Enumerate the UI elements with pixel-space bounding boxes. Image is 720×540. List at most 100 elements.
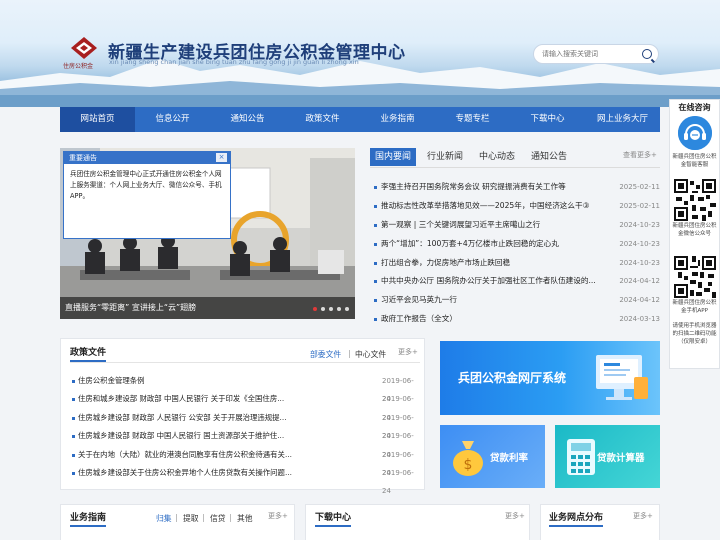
loan-calculator-banner[interactable]: 贷款计算器 <box>555 425 660 488</box>
headset-icon <box>678 116 712 150</box>
money-bag-icon: $ <box>453 441 483 476</box>
tab-center-news[interactable]: 中心动态 <box>479 150 515 164</box>
bullet-icon <box>374 186 377 189</box>
loan-calculator-label: 贷款计算器 <box>597 453 645 464</box>
floating-service-panel: 在线咨询 新疆兵团住房公积金智能客服 新疆兵团住房公积金微信公众号 新疆兵团住房… <box>669 99 720 369</box>
guide-more-link[interactable]: 更多+ <box>268 511 288 521</box>
list-item[interactable]: 住房城乡建设部 财政部 中国人民银行 国土资源部关于维护住... 2019-06-… <box>70 427 420 459</box>
news-list: 李强主持召开国务院常务会议 研究提振消费有关工作等 2025-02-11 推动标志… <box>372 178 660 329</box>
bullet-icon <box>374 223 377 227</box>
tab-industry-news[interactable]: 行业新闻 <box>427 150 463 164</box>
tab-divider: | <box>348 349 351 358</box>
list-item[interactable]: 李强主持召开国务院常务会议 研究提振消费有关工作等 2025-02-11 <box>372 178 660 197</box>
search-box <box>533 44 659 64</box>
policy-title: 政策文件 <box>70 348 107 358</box>
search-icon[interactable] <box>642 49 652 59</box>
wechat-qr-code <box>674 179 716 221</box>
list-item[interactable]: 两个“增加”：100万套+4万亿楼市止跌回稳的定心丸 2024-10-23 <box>372 235 660 254</box>
tab-center-docs[interactable]: 中心文件 <box>355 349 386 360</box>
tab-divider: | <box>202 513 205 522</box>
outlets-title-underline <box>549 525 603 527</box>
tab-divider: | <box>175 513 178 522</box>
list-item[interactable]: 习近平会见马英九一行 2024-04-12 <box>372 291 660 310</box>
list-item[interactable]: 推动标志性改革举措落地见效——2025年，中国经济这么干③ 2025-02-11 <box>372 197 660 216</box>
tab-withdrawal[interactable]: 提取 <box>183 513 199 524</box>
logo-icon[interactable] <box>70 36 98 60</box>
close-icon[interactable]: × <box>216 153 227 162</box>
bullet-icon <box>374 280 377 284</box>
list-item[interactable]: 打出组合拳，力促房地产市场止跌回稳 2024-10-23 <box>372 254 660 273</box>
scan-hint: 请使用手机浏览器的扫描二维码功能（仅限安卓） <box>672 323 717 345</box>
tab-divider: | <box>229 513 232 522</box>
loan-rate-banner[interactable]: $ 贷款利率 <box>440 425 545 488</box>
tab-credit[interactable]: 信贷 <box>210 513 226 524</box>
nav-guide[interactable]: 业务指南 <box>360 107 435 132</box>
guide-title: 业务指南 <box>70 513 107 523</box>
download-title-underline <box>315 525 351 527</box>
tab-collection[interactable]: 归集 <box>156 513 172 524</box>
header-banner: 住房公积金 新疆生产建设兵团住房公积金管理中心 xin jiang sheng … <box>0 0 720 107</box>
logo-text: 住房公积金 <box>63 63 94 70</box>
online-hall-label: 兵团公积金网厅系统 <box>458 371 567 385</box>
outlets-title: 业务网点分布 <box>549 513 604 523</box>
popup-header: 重要通告 × <box>64 152 230 164</box>
nav-notices[interactable]: 通知公告 <box>210 107 285 132</box>
news-more-link[interactable]: 查看更多+ <box>623 150 657 160</box>
app-caption: 新疆兵团住房公积金手机APP <box>672 300 717 314</box>
carousel-dot[interactable] <box>313 307 317 311</box>
list-item[interactable]: 政府工作报告（全文） 2024-03-13 <box>372 310 660 329</box>
list-item[interactable]: 住房公积金管理条例 2019-06-24 <box>70 372 420 403</box>
carousel-dot[interactable] <box>321 307 325 311</box>
bullet-icon <box>374 204 377 208</box>
list-item[interactable]: 关于在内地（大陆）就业的港澳台同胞享有住房公积金待遇有关... 2019-06-2… <box>70 446 420 477</box>
list-item[interactable]: 住房城乡建设部 财政部 人民银行 公安部 关于开展治理违规提... 2019-06… <box>70 409 420 440</box>
bullet-icon <box>374 299 377 303</box>
bullet-icon <box>72 453 75 457</box>
tab-notices[interactable]: 通知公告 <box>531 150 567 164</box>
bullet-icon <box>374 261 377 265</box>
tab-ministry-docs[interactable]: 部委文件 <box>310 349 341 360</box>
policy-list: 住房公积金管理条例 2019-06-24 住房和城乡建设部 财政部 中国人民银行 … <box>70 372 420 495</box>
outlets-more-link[interactable]: 更多+ <box>633 511 653 521</box>
online-consult-title[interactable]: 在线咨询 <box>670 100 719 115</box>
popup-title: 重要通告 <box>69 154 97 162</box>
carousel-dot[interactable] <box>329 307 333 311</box>
list-item[interactable]: 住房和城乡建设部 财政部 中国人民银行 关于印发《全国住房... 2019-06-… <box>70 390 420 422</box>
monitor-icon <box>596 355 648 400</box>
carousel-dot[interactable] <box>345 307 349 311</box>
carousel-dots <box>313 307 349 311</box>
notice-popup: 重要通告 × 兵团住房公积金管理中心正式开通住房公积金个人网上服务渠道：个人网上… <box>63 151 231 239</box>
main-nav: 网站首页 信息公开 通知公告 政策文件 业务指南 专题专栏 下载中心 网上业务大… <box>60 107 660 132</box>
popup-body[interactable]: 兵团住房公积金管理中心正式开通住房公积金个人网上服务渠道：个人网上业务大厅、微信… <box>64 164 230 207</box>
list-item[interactable]: 第一观察 | 三个关键词展望习近平主席噶山之行 2024-10-23 <box>372 216 660 235</box>
nav-download[interactable]: 下载中心 <box>510 107 585 132</box>
carousel-dot[interactable] <box>337 307 341 311</box>
list-item[interactable]: 中共中央办公厅 国务院办公厅关于加强社区工作者队伍建设的... 2024-04-1… <box>372 272 660 291</box>
nav-home[interactable]: 网站首页 <box>60 107 135 132</box>
nav-policy[interactable]: 政策文件 <box>285 107 360 132</box>
carousel-caption[interactable]: 直播服务“零距离” 宣讲接上“云”翅膀 <box>60 297 355 319</box>
download-more-link[interactable]: 更多+ <box>505 511 525 521</box>
tab-domestic-news[interactable]: 国内要闻 <box>370 148 417 166</box>
bullet-icon <box>72 380 75 383</box>
nav-info-disclosure[interactable]: 信息公开 <box>135 107 210 132</box>
bullet-icon <box>72 471 75 475</box>
bullet-icon <box>374 318 377 322</box>
calculator-icon <box>567 439 595 475</box>
nav-online-hall[interactable]: 网上业务大厅 <box>585 107 660 132</box>
bullet-icon <box>72 416 75 420</box>
list-item[interactable]: 住房城乡建设部关于住房公积金异地个人住房贷款有关操作问题... 2019-06-2… <box>70 464 420 495</box>
site-subtitle: xin jiang sheng chan jian she bing tuan … <box>109 58 359 66</box>
search-input[interactable] <box>542 48 642 60</box>
policy-more-link[interactable]: 更多+ <box>398 347 418 357</box>
customer-service-icon[interactable] <box>678 116 712 150</box>
svg-text:$: $ <box>464 457 473 473</box>
divider <box>70 362 420 363</box>
download-title: 下载中心 <box>315 513 352 523</box>
tab-other[interactable]: 其他 <box>237 513 253 524</box>
nav-special[interactable]: 专题专栏 <box>435 107 510 132</box>
bullet-icon <box>374 242 377 246</box>
loan-rate-label: 贷款利率 <box>490 453 529 464</box>
app-qr-code <box>674 256 716 298</box>
online-hall-banner[interactable]: 兵团公积金网厅系统 <box>440 341 660 415</box>
